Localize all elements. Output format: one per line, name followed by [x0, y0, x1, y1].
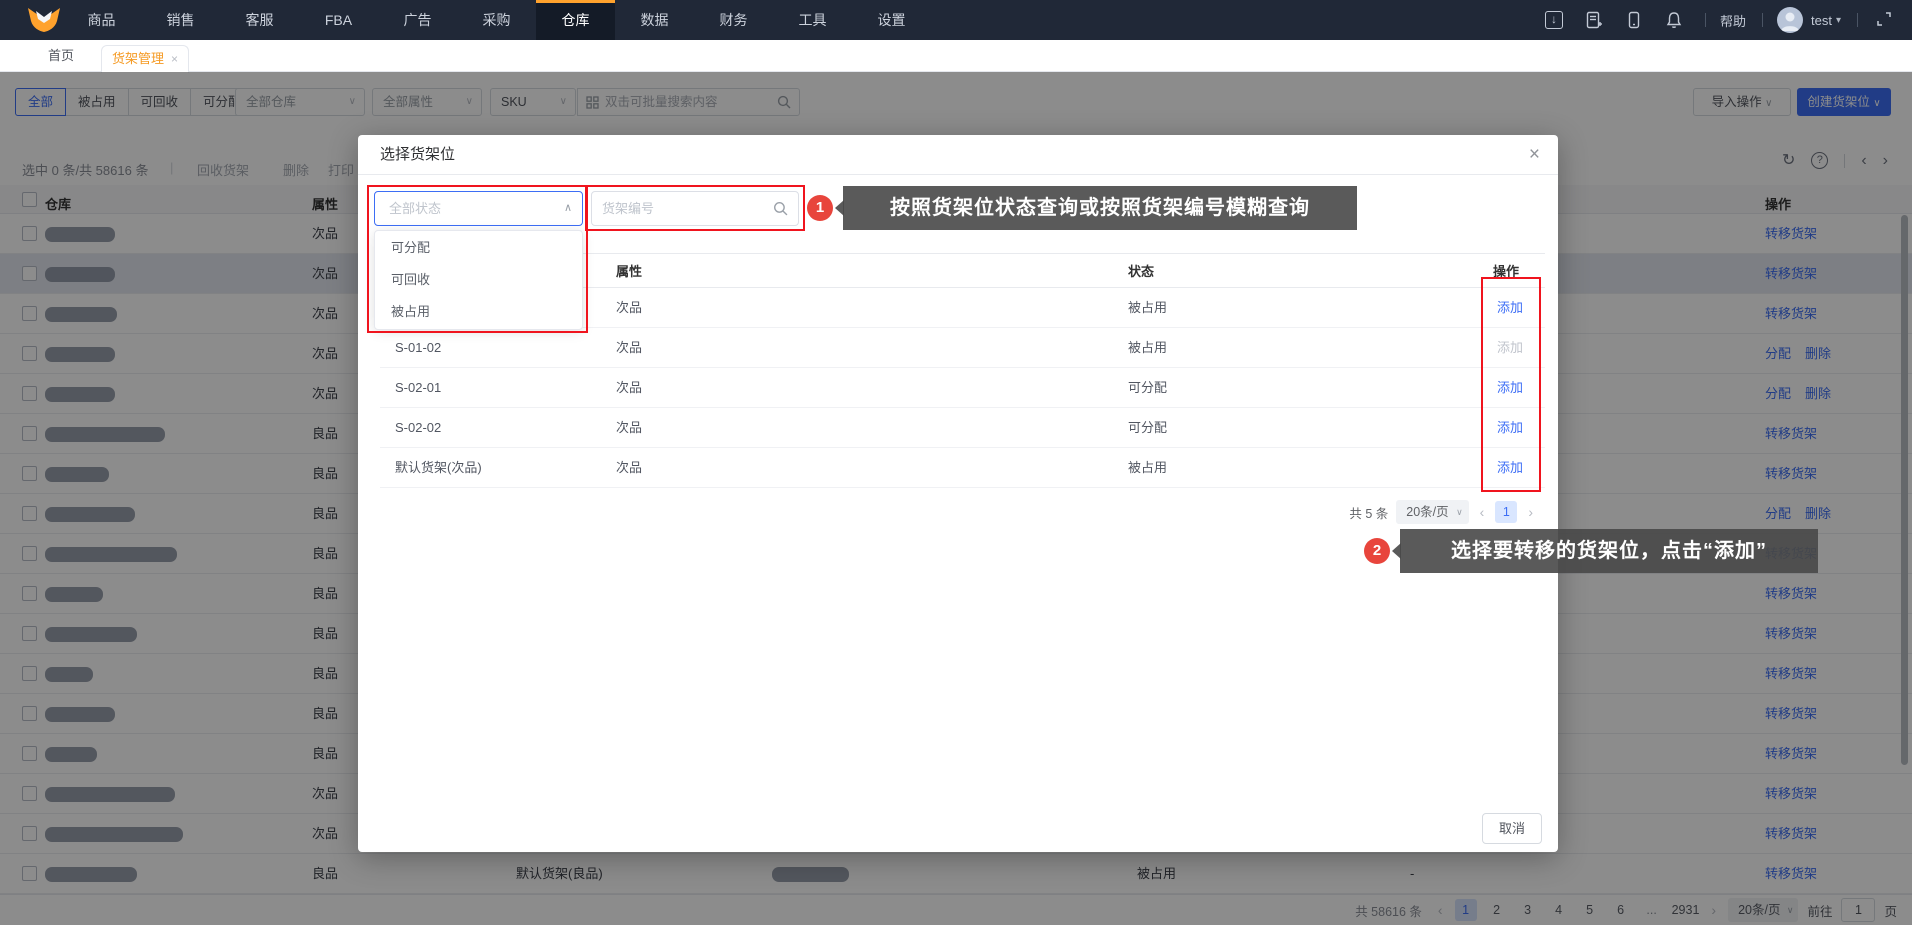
attribute-value: 次品 [616, 420, 643, 435]
help-link[interactable]: 帮助 [1720, 11, 1746, 30]
cancel-button[interactable]: 取消 [1482, 813, 1542, 844]
modal-table-row: S-01-02 次品 被占用 添加 [380, 328, 1545, 368]
status-value: 被占用 [1128, 340, 1168, 355]
bell-icon[interactable] [1665, 11, 1683, 29]
screen: 商品 销售 客服 FBA 广告 采购 仓库 数据 财务 工具 设置 ↓ 帮助 t… [0, 0, 1912, 925]
status-value: 被占用 [1128, 460, 1168, 475]
tab-shelf-management[interactable]: 货架管理 × [101, 45, 190, 73]
nav-right: ↓ 帮助 test ▾ [1544, 0, 1912, 40]
nav-item-11[interactable]: 设置 [852, 0, 931, 40]
nav-item-6[interactable]: 采购 [457, 0, 536, 40]
shelf-code: S-02-01 [395, 380, 442, 395]
user-caret-icon[interactable]: ▾ [1836, 15, 1841, 26]
shelf-code: 默认货架(次品) [395, 460, 482, 475]
nav-item-8[interactable]: 数据 [615, 0, 694, 40]
dropdown-option[interactable]: 可分配 [375, 232, 582, 264]
attribute-value: 次品 [616, 460, 643, 475]
status-value: 可分配 [1128, 380, 1168, 395]
nav-item-2[interactable]: 销售 [141, 0, 220, 40]
shelf-code: S-02-02 [395, 420, 442, 435]
nav-item-4[interactable]: FBA [299, 0, 378, 40]
attribute-value: 次品 [616, 340, 643, 355]
tooltip-arrow [1392, 543, 1401, 559]
tooltip-arrow [835, 200, 844, 216]
add-link[interactable]: 添加 [1497, 448, 1523, 487]
download-icon[interactable]: ↓ [1544, 11, 1563, 29]
tab-bar: 首页 货架管理 × [0, 40, 1912, 73]
close-icon[interactable]: × [1529, 135, 1540, 175]
nav-item-5[interactable]: 广告 [378, 0, 457, 40]
modal-prev-page-icon[interactable]: ‹ [1477, 504, 1488, 520]
col-status: 状态 [1128, 264, 1155, 279]
user-avatar[interactable] [1777, 7, 1803, 33]
add-link[interactable]: 添加 [1497, 328, 1523, 367]
status-filter-select[interactable]: 全部状态 ∧ [374, 191, 583, 226]
col-attribute: 属性 [616, 264, 643, 279]
modal-table-row: 默认货架(次品) 次品 被占用 添加 [380, 448, 1545, 488]
nav-item-10[interactable]: 工具 [773, 0, 852, 40]
add-link[interactable]: 添加 [1497, 288, 1523, 327]
dropdown-option[interactable]: 被占用 [375, 296, 582, 328]
tab-label: 货架管理 [112, 51, 165, 66]
brand-logo-icon [28, 8, 60, 32]
col-operation: 操作 [1493, 264, 1520, 279]
shelf-code-input[interactable] [602, 201, 773, 216]
modal-total-count: 共 5 条 [1349, 506, 1389, 521]
nav-item-3[interactable]: 客服 [220, 0, 299, 40]
status-value: 可分配 [1128, 420, 1168, 435]
fullscreen-icon[interactable] [1876, 11, 1894, 29]
tab-close-icon[interactable]: × [171, 52, 178, 66]
search-icon[interactable] [773, 201, 788, 216]
add-link[interactable]: 添加 [1497, 368, 1523, 407]
modal-pagination: 共 5 条 20条/页 ∨ ‹ 1 › [1349, 500, 1536, 524]
nav-divider [1762, 13, 1763, 27]
modal-next-page-icon[interactable]: › [1525, 504, 1536, 520]
attribute-value: 次品 [616, 380, 643, 395]
shelf-code-search [591, 191, 799, 226]
modal-table-row: S-02-01 次品 可分配 添加 [380, 368, 1545, 408]
attribute-value: 次品 [616, 300, 643, 315]
nav-divider [1857, 13, 1858, 27]
nav-menu: 商品 销售 客服 FBA 广告 采购 仓库 数据 财务 工具 设置 [62, 0, 931, 40]
shelf-code: S-01-02 [395, 340, 442, 355]
mobile-icon[interactable] [1625, 11, 1643, 29]
modal-table-row: S-02-02 次品 可分配 添加 [380, 408, 1545, 448]
step-2-tooltip: 选择要转移的货架位，点击“添加” [1400, 529, 1818, 573]
modal-title: 选择货架位 [380, 146, 456, 163]
modal-header: 选择货架位 × [358, 135, 1558, 175]
user-name[interactable]: test [1811, 13, 1832, 28]
nav-item-9[interactable]: 财务 [694, 0, 773, 40]
dropdown-option[interactable]: 可回收 [375, 264, 582, 296]
step-2-badge: 2 [1364, 538, 1390, 564]
top-nav: 商品 销售 客服 FBA 广告 采购 仓库 数据 财务 工具 设置 ↓ 帮助 t… [0, 0, 1912, 40]
chevron-up-icon: ∧ [563, 202, 572, 214]
status-dropdown-panel: 可分配 可回收 被占用 [374, 230, 583, 330]
status-placeholder: 全部状态 [389, 201, 442, 216]
add-link[interactable]: 添加 [1497, 408, 1523, 447]
doc-add-icon[interactable] [1585, 11, 1603, 29]
nav-item-7[interactable]: 仓库 [536, 0, 615, 40]
status-value: 被占用 [1128, 300, 1168, 315]
modal-page-size-select[interactable]: 20条/页 ∨ [1396, 500, 1469, 524]
modal-current-page[interactable]: 1 [1495, 501, 1518, 523]
tab-home[interactable]: 首页 [48, 40, 74, 72]
step-1-tooltip: 按照货架位状态查询或按照货架编号模糊查询 [843, 186, 1357, 230]
chevron-down-icon: ∨ [1456, 507, 1463, 517]
nav-item-1[interactable]: 商品 [62, 0, 141, 40]
step-1-badge: 1 [807, 195, 833, 221]
nav-divider [1704, 13, 1706, 27]
